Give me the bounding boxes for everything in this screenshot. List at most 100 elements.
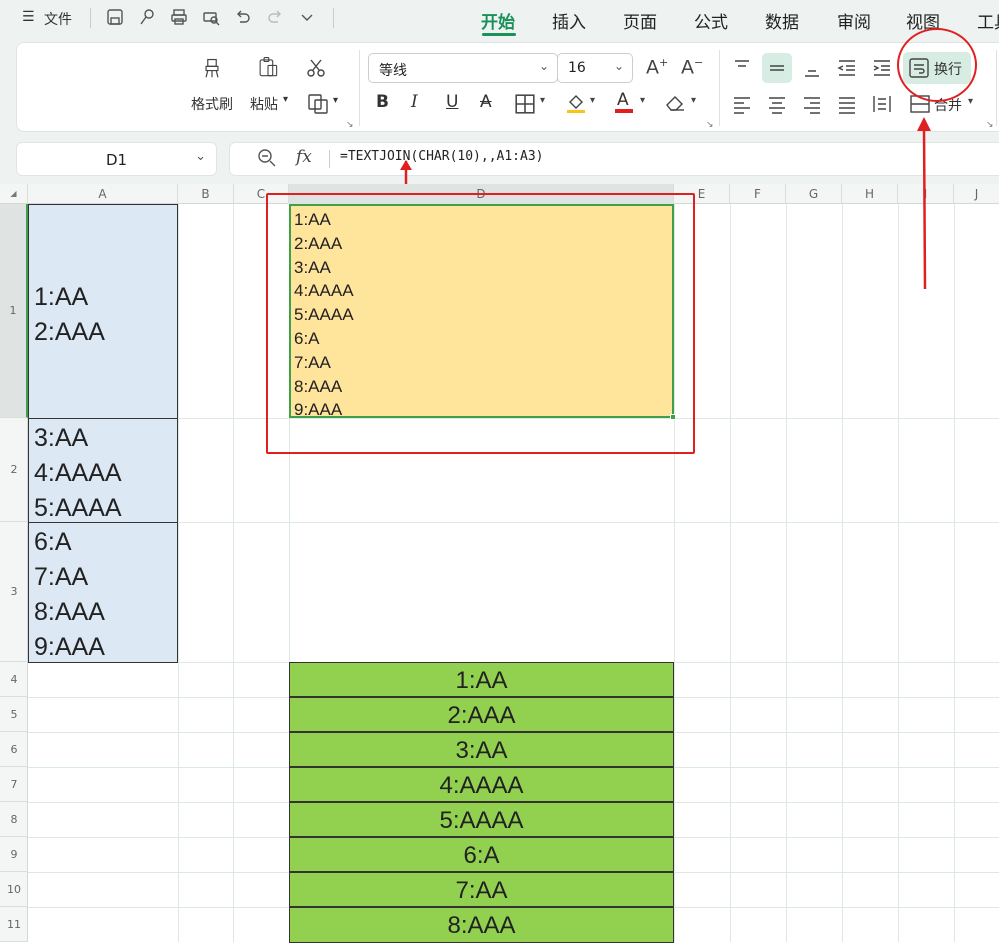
paste-icon[interactable]: [257, 56, 283, 84]
dialog-launcher-icon[interactable]: ↘: [986, 120, 994, 130]
font-name-value: 等线: [379, 63, 407, 79]
chevron-down-icon[interactable]: ▾: [691, 95, 696, 106]
cell-line: 1:AA: [34, 283, 89, 311]
fill-color-icon[interactable]: [565, 92, 585, 114]
cell-d10[interactable]: 7:AA: [289, 872, 674, 907]
format-painter-icon[interactable]: [201, 57, 227, 83]
row-header-9[interactable]: 9: [0, 837, 28, 872]
dialog-launcher-icon[interactable]: ↘: [706, 120, 714, 130]
align-top-icon[interactable]: [731, 57, 753, 79]
chevron-down-icon[interactable]: ▾: [333, 95, 338, 106]
row-header-8[interactable]: 8: [0, 802, 28, 837]
grid-line: [954, 204, 955, 942]
cell-d4[interactable]: 1:AA: [289, 662, 674, 697]
row-header-7[interactable]: 7: [0, 767, 28, 802]
align-left-icon[interactable]: [731, 93, 753, 115]
eraser-icon[interactable]: [664, 92, 686, 112]
chevron-down-icon[interactable]: ▾: [540, 95, 545, 106]
tab-review[interactable]: 审阅: [837, 8, 871, 33]
tab-tools[interactable]: 工具: [977, 8, 999, 33]
justify-icon[interactable]: [836, 93, 858, 115]
row-header-11[interactable]: 11: [0, 907, 28, 942]
font-name-select[interactable]: 等线 ⌄: [368, 53, 558, 83]
font-size-select[interactable]: 16 ⌄: [557, 53, 633, 83]
borders-icon[interactable]: [514, 93, 535, 114]
increase-indent-icon[interactable]: [871, 57, 893, 79]
column-header-f[interactable]: F: [730, 184, 786, 204]
paste-label[interactable]: 粘贴: [250, 94, 278, 114]
divider: [329, 150, 330, 168]
cell-d5[interactable]: 2:AAA: [289, 697, 674, 732]
chevron-down-icon[interactable]: ▾: [590, 95, 595, 106]
annotation-rectangle: [266, 193, 695, 454]
fx-icon[interactable]: fx: [296, 147, 312, 167]
undo-icon[interactable]: [234, 8, 252, 26]
redo-icon[interactable]: [266, 8, 284, 26]
zoom-out-icon[interactable]: [257, 148, 277, 168]
name-box[interactable]: D1 ⌄: [16, 142, 217, 176]
save-icon[interactable]: [106, 8, 124, 26]
select-all-corner[interactable]: ◢: [0, 184, 28, 204]
column-header-j[interactable]: J: [954, 184, 999, 204]
decrease-indent-icon[interactable]: [836, 57, 858, 79]
tab-page[interactable]: 页面: [623, 8, 657, 33]
row-header-1[interactable]: 1: [0, 204, 28, 418]
cell-d8[interactable]: 5:AAAA: [289, 802, 674, 837]
cell-d6[interactable]: 3:AA: [289, 732, 674, 767]
file-menu[interactable]: 文件: [44, 9, 72, 29]
cut-icon[interactable]: [305, 57, 327, 79]
align-bottom-icon[interactable]: [801, 57, 823, 79]
hamburger-icon[interactable]: ☰: [22, 9, 35, 25]
row-header-6[interactable]: 6: [0, 732, 28, 767]
underline-icon[interactable]: U: [446, 92, 458, 112]
cell-a1[interactable]: 1:AA 2:AAA: [28, 204, 178, 419]
tab-insert[interactable]: 插入: [552, 8, 586, 33]
chevron-down-icon[interactable]: [298, 8, 316, 26]
share-icon[interactable]: [138, 8, 156, 26]
italic-icon[interactable]: I: [411, 92, 418, 112]
chevron-down-icon[interactable]: ▾: [968, 96, 973, 107]
increase-font-icon[interactable]: A+: [646, 56, 668, 78]
column-header-h[interactable]: H: [842, 184, 898, 204]
cell-a2[interactable]: 3:AA 4:AAAA 5:AAAA: [28, 418, 178, 523]
print-preview-icon[interactable]: [202, 8, 220, 26]
format-painter-label[interactable]: 格式刷: [191, 94, 233, 114]
cell-d11[interactable]: 8:AAA: [289, 907, 674, 943]
grid-line: [786, 204, 787, 942]
annotation-circle: [897, 28, 977, 102]
grid-line: [730, 204, 731, 942]
divider: [90, 8, 91, 28]
column-header-g[interactable]: G: [786, 184, 842, 204]
row-header-2[interactable]: 2: [0, 418, 28, 522]
font-color-swatch: [615, 109, 633, 113]
distributed-align-icon[interactable]: [871, 93, 893, 115]
strikethrough-icon[interactable]: A: [480, 92, 492, 112]
dialog-launcher-icon[interactable]: ↘: [346, 120, 354, 130]
cell-d9[interactable]: 6:A: [289, 837, 674, 872]
grid-line: [233, 204, 234, 942]
decrease-font-icon[interactable]: A−: [681, 56, 703, 78]
align-middle-button[interactable]: [762, 53, 792, 83]
copy-icon[interactable]: [307, 93, 329, 115]
cell-line: 9:AAA: [34, 633, 105, 661]
bold-icon[interactable]: B: [376, 92, 389, 112]
row-header-3[interactable]: 3: [0, 522, 28, 662]
print-icon[interactable]: [170, 8, 188, 26]
chevron-down-icon[interactable]: ▾: [640, 95, 645, 106]
cell-d7[interactable]: 4:AAAA: [289, 767, 674, 802]
row-header-10[interactable]: 10: [0, 872, 28, 907]
chevron-down-icon[interactable]: ▾: [283, 94, 288, 105]
formula-text[interactable]: =TEXTJOIN(CHAR(10),,A1:A3): [340, 149, 544, 164]
tab-formula[interactable]: 公式: [694, 8, 728, 33]
align-right-icon[interactable]: [801, 93, 823, 115]
column-header-b[interactable]: B: [178, 184, 234, 204]
cell-line: 3:AA: [34, 424, 89, 452]
cell-a3[interactable]: 6:A 7:AA 8:AAA 9:AAA: [28, 522, 178, 663]
font-color-icon[interactable]: A: [617, 90, 629, 110]
row-header-4[interactable]: 4: [0, 662, 28, 697]
tab-home[interactable]: 开始: [481, 8, 515, 33]
align-center-icon[interactable]: [766, 93, 788, 115]
tab-data[interactable]: 数据: [765, 8, 799, 33]
column-header-a[interactable]: A: [28, 184, 178, 204]
row-header-5[interactable]: 5: [0, 697, 28, 732]
